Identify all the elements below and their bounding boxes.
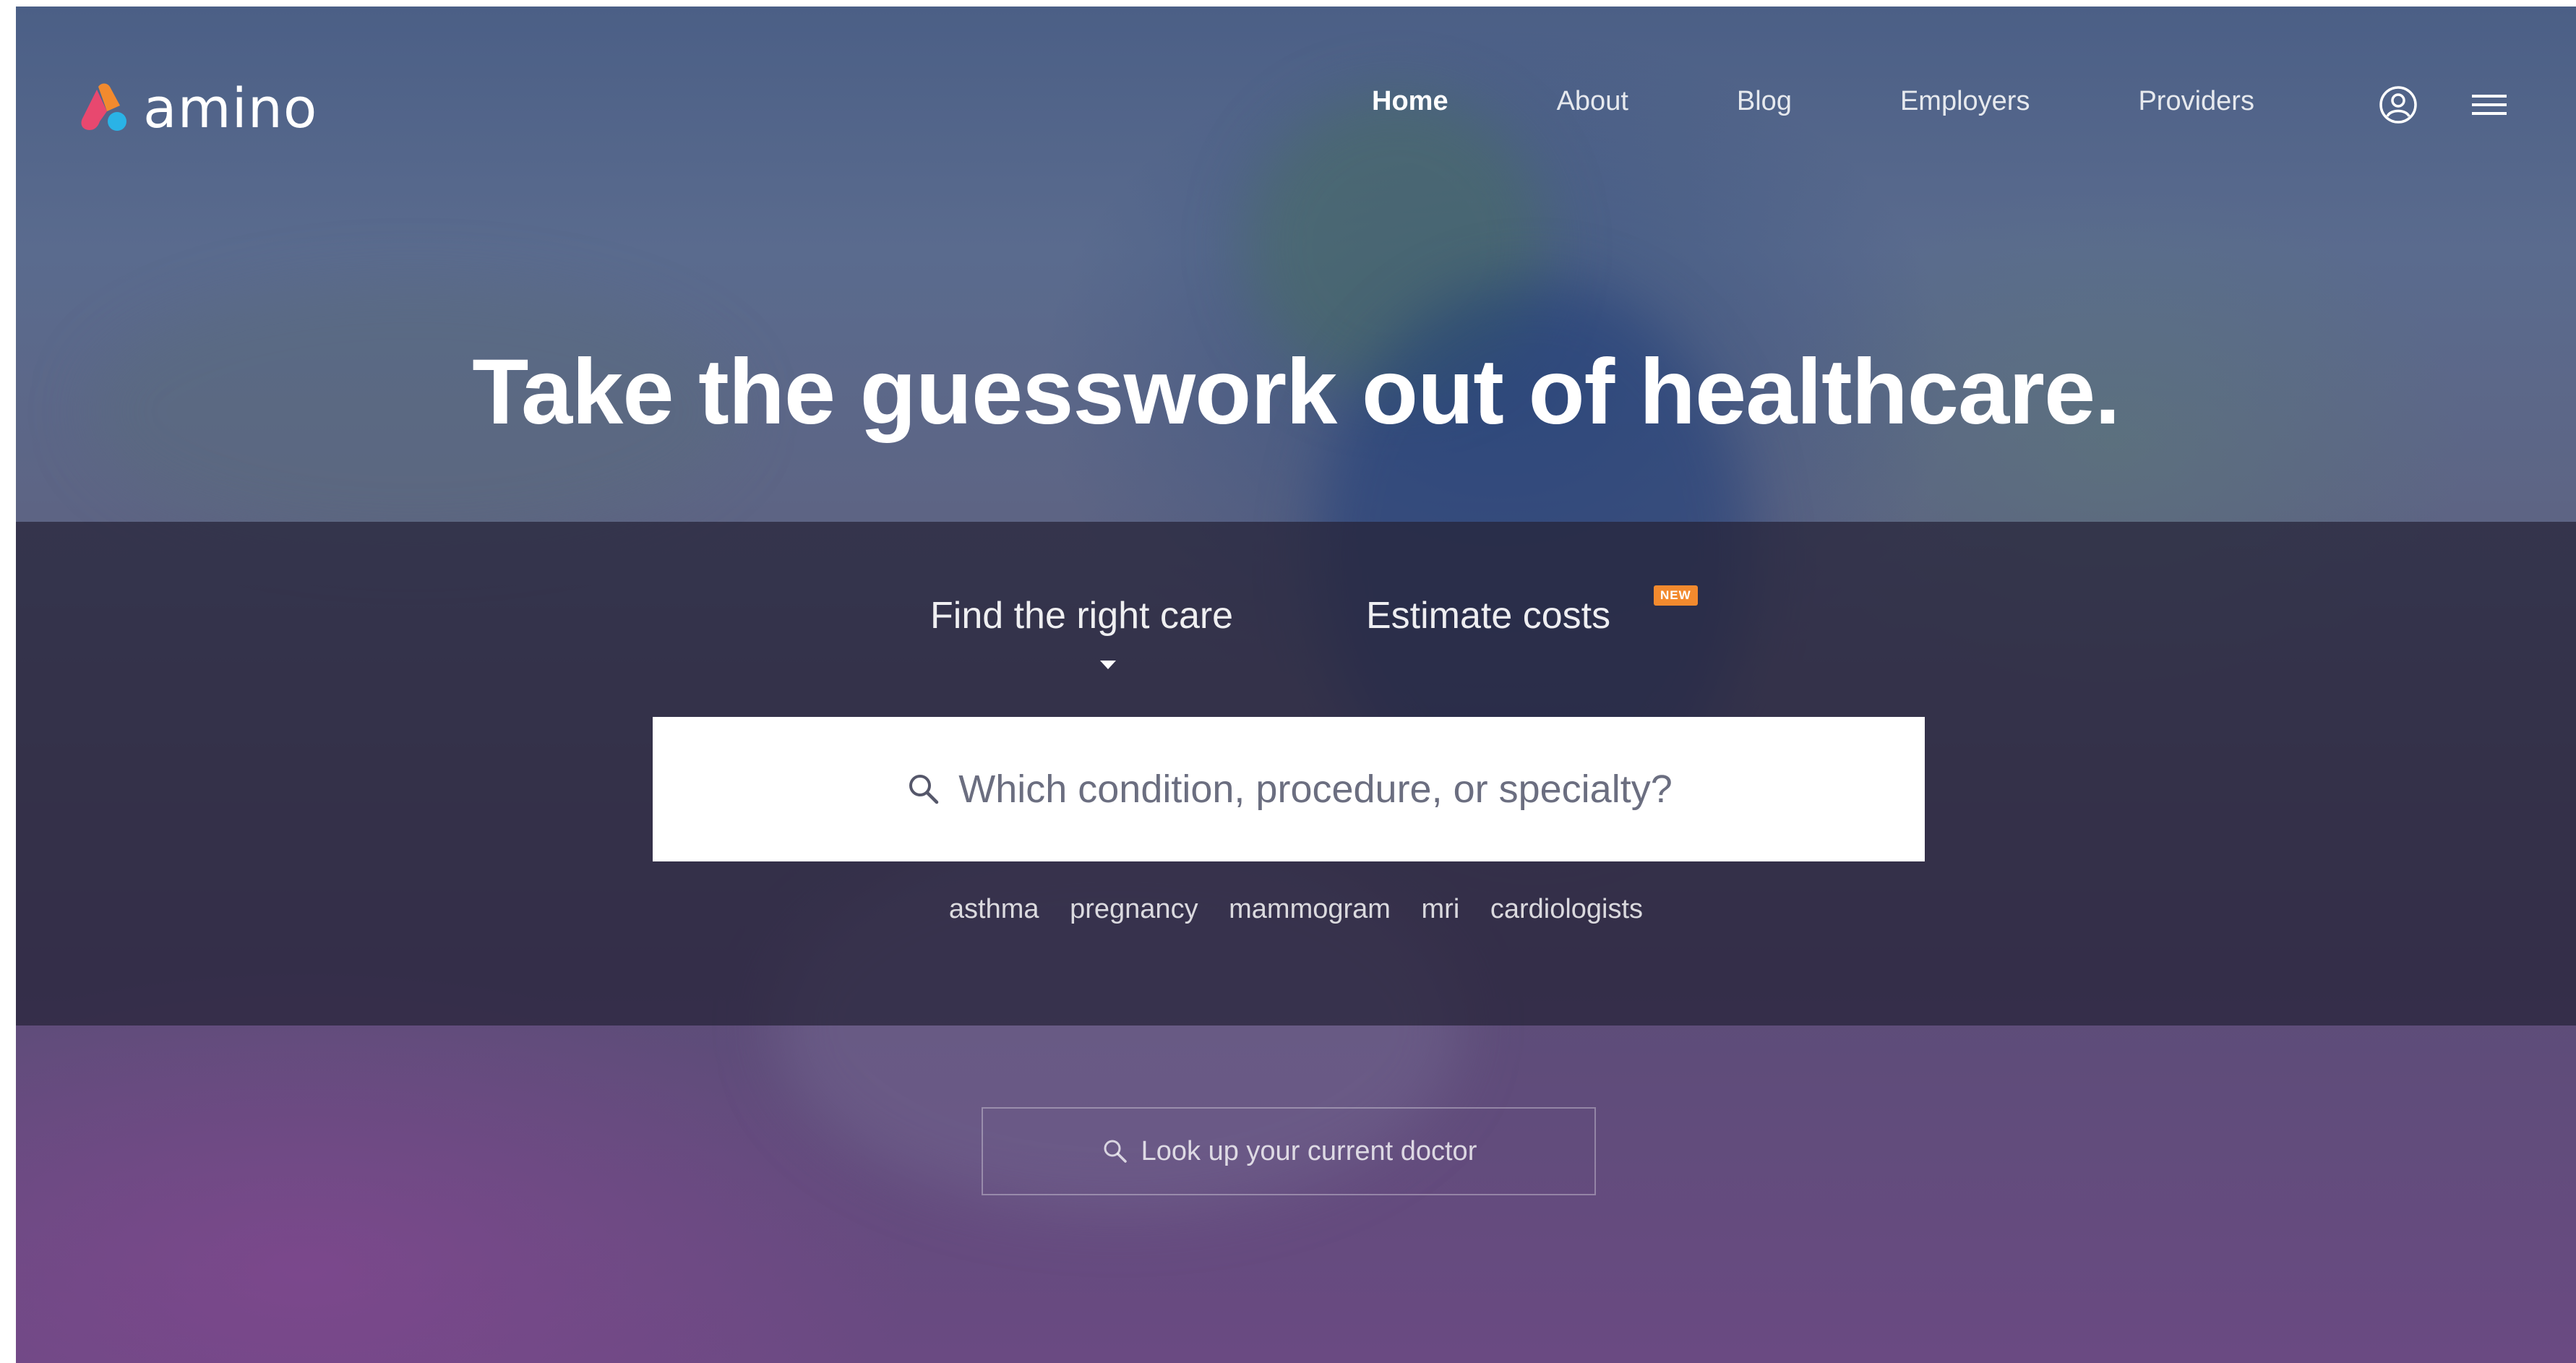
- search-input[interactable]: Which condition, procedure, or specialty…: [653, 717, 1925, 861]
- search-panel: Find the right care Estimate costs NEW W…: [16, 522, 2576, 1026]
- nav-home[interactable]: Home: [1372, 86, 1448, 117]
- nav-providers[interactable]: Providers: [2138, 86, 2254, 117]
- logo-wordmark: amino: [143, 76, 318, 140]
- main-nav: Home About Blog Employers Providers: [1372, 86, 2363, 117]
- suggestion-link[interactable]: mammogram: [1229, 894, 1391, 924]
- search-placeholder: Which condition, procedure, or specialty…: [958, 768, 1673, 811]
- tab-estimate-costs[interactable]: Estimate costs: [1366, 594, 1610, 637]
- site-header: amino Home About Blog Employers Provider…: [16, 7, 2576, 202]
- tab-find-care[interactable]: Find the right care: [930, 594, 1233, 637]
- amino-logo[interactable]: amino: [75, 76, 317, 140]
- hero-headline: Take the guesswork out of healthcare.: [472, 340, 2120, 444]
- nav-about[interactable]: About: [1557, 86, 1628, 117]
- search-tabs: Find the right care Estimate costs NEW: [16, 585, 2576, 674]
- selected-tab-indicator: [1100, 661, 1116, 669]
- nav-blog[interactable]: Blog: [1737, 86, 1792, 117]
- account-icon[interactable]: [2377, 83, 2420, 126]
- doctor-lookup-label: Look up your current doctor: [1141, 1135, 1477, 1166]
- suggestion-link[interactable]: asthma: [949, 894, 1039, 924]
- nav-employers[interactable]: Employers: [1900, 86, 2030, 117]
- suggestion-link[interactable]: pregnancy: [1070, 894, 1198, 924]
- search-icon: [1104, 1140, 1127, 1163]
- search-icon: [909, 775, 939, 804]
- new-badge: NEW: [1654, 585, 1698, 606]
- suggestion-link[interactable]: cardiologists: [1490, 894, 1643, 924]
- amino-logo-icon: [81, 83, 126, 131]
- doctor-lookup-button[interactable]: Look up your current doctor: [982, 1107, 1596, 1195]
- menu-icon[interactable]: [2468, 83, 2511, 126]
- search-suggestions: asthma pregnancy mammogram mri cardiolog…: [16, 894, 2576, 925]
- page: amino Home About Blog Employers Provider…: [16, 7, 2576, 1363]
- suggestion-link[interactable]: mri: [1422, 894, 1460, 924]
